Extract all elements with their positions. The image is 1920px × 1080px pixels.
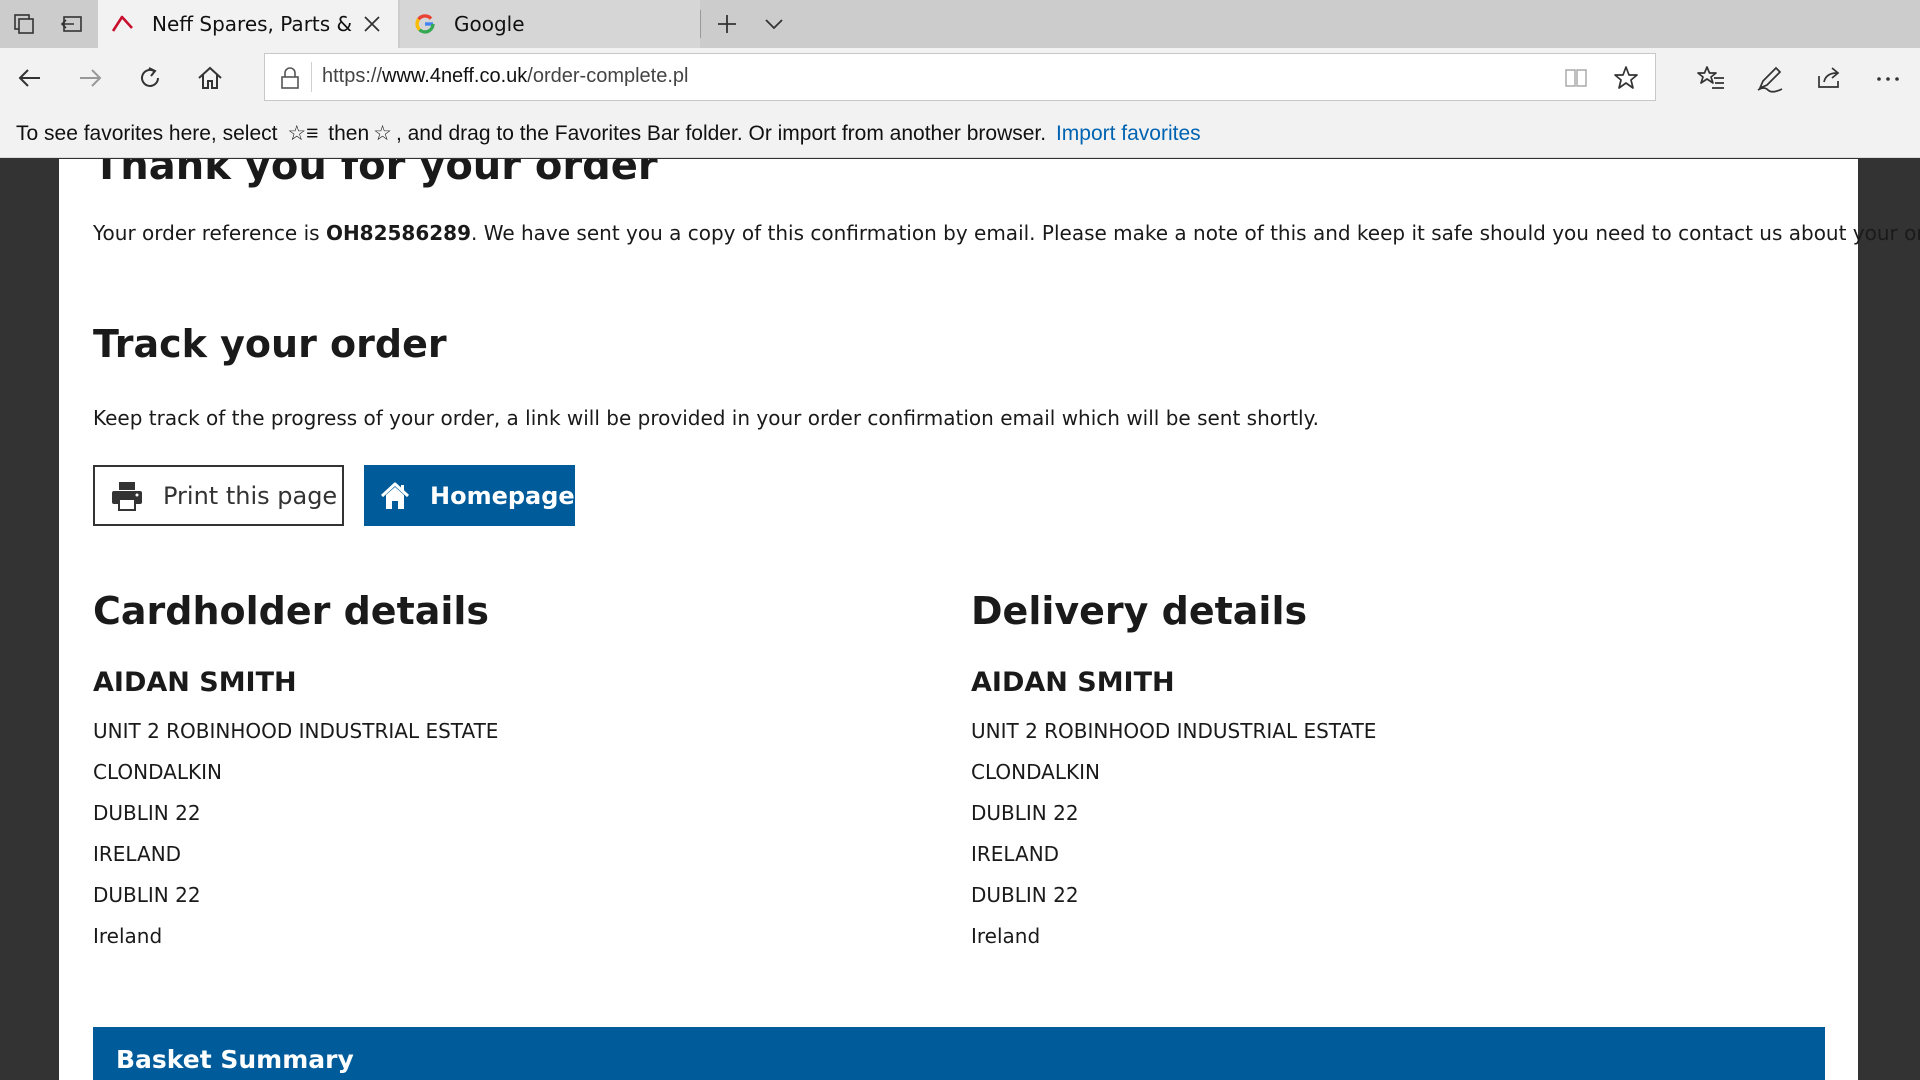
address-line: IRELAND (971, 842, 1060, 866)
basket-summary-title: Basket Summary (116, 1045, 354, 1074)
url-host: www.4neff.co.uk (382, 65, 528, 87)
share-icon[interactable] (1813, 62, 1845, 94)
favorites-list-icon: ☆≡ (287, 122, 319, 145)
printer-icon (112, 481, 142, 511)
intro-prefix: Your order reference is (93, 221, 326, 245)
chevron-down-icon[interactable] (762, 12, 786, 36)
star-icon: ☆ (373, 122, 392, 145)
address-line: CLONDALKIN (93, 760, 222, 784)
home-icon (380, 482, 410, 509)
address-divider (311, 62, 312, 92)
homepage-button-label: Homepage (430, 481, 575, 510)
tab-title: Google (454, 12, 525, 36)
address-line: DUBLIN 22 (971, 883, 1079, 907)
new-tab-icon[interactable] (715, 12, 739, 36)
add-favorite-star-icon[interactable] (1612, 64, 1640, 92)
url-path: /order-complete.pl (527, 65, 689, 87)
home-icon[interactable] (194, 62, 226, 94)
track-order-text: Keep track of the progress of your order… (93, 406, 1319, 430)
forward-icon[interactable] (74, 62, 106, 94)
order-reference-text: Your order reference is OH82586289. We h… (93, 221, 1920, 245)
address-line: DUBLIN 22 (93, 801, 201, 825)
address-line: UNIT 2 ROBINHOOD INDUSTRIAL ESTATE (93, 719, 499, 743)
tab-google[interactable]: Google (400, 0, 700, 48)
page-title: Thank you for your order (93, 159, 658, 189)
order-complete-page: Thank you for your order Your order refe… (59, 159, 1920, 1080)
basket-summary-header: Basket Summary (93, 1027, 1825, 1080)
tab-title: Neff Spares, Parts & Acc (152, 12, 356, 36)
import-favorites-link[interactable]: Import favorites (1056, 122, 1201, 145)
print-page-button[interactable]: Print this page (93, 465, 344, 526)
address-line: CLONDALKIN (971, 760, 1100, 784)
cardholder-heading: Cardholder details (93, 589, 490, 633)
order-reference: OH82586289 (325, 221, 472, 245)
address-line: DUBLIN 22 (93, 883, 201, 907)
set-tabs-aside-icon[interactable] (60, 12, 84, 36)
favorites-hub-icon[interactable] (1695, 62, 1727, 94)
address-line: UNIT 2 ROBINHOOD INDUSTRIAL ESTATE (971, 719, 1377, 743)
favorites-msg-part: then (328, 122, 370, 145)
delivery-heading: Delivery details (971, 589, 1308, 633)
google-favicon-icon (415, 14, 435, 34)
refresh-icon[interactable] (134, 62, 166, 94)
neff-favicon-icon (111, 15, 133, 32)
address-line: Ireland (971, 924, 1041, 948)
address-line: IRELAND (93, 842, 182, 866)
address-line: Ireland (93, 924, 163, 948)
back-icon[interactable] (14, 62, 46, 94)
url-text[interactable]: https://www.4neff.co.uk/order-complete.p… (322, 65, 688, 88)
print-button-label: Print this page (163, 481, 338, 510)
tab-neff[interactable]: Neff Spares, Parts & Acc (98, 0, 398, 48)
reading-view-icon[interactable] (1562, 64, 1590, 92)
close-tab-icon[interactable] (360, 12, 384, 36)
address-bar[interactable]: https://www.4neff.co.uk/order-complete.p… (264, 53, 1656, 101)
lock-icon[interactable] (279, 66, 301, 90)
favorites-msg-part: , and drag to the Favorites Bar folder. … (395, 122, 1047, 145)
address-line: DUBLIN 22 (971, 801, 1079, 825)
tab-preview-icon[interactable] (12, 12, 36, 36)
track-order-heading: Track your order (93, 322, 447, 366)
cardholder-name: AIDAN SMITH (93, 667, 297, 698)
delivery-name: AIDAN SMITH (971, 667, 1175, 698)
favorites-msg-part: To see favorites here, select (16, 122, 278, 145)
intro-suffix: . We have sent you a copy of this confir… (471, 221, 1920, 245)
favorites-bar-message: To see favorites here, select ☆≡ then ☆, … (14, 121, 1203, 146)
more-menu-icon[interactable] (1872, 62, 1904, 94)
web-note-pen-icon[interactable] (1754, 62, 1786, 94)
homepage-button[interactable]: Homepage (364, 465, 575, 526)
tab-divider (700, 10, 701, 38)
url-scheme: https:// (322, 65, 383, 87)
favorites-bar: To see favorites here, select ☆≡ then ☆, … (0, 108, 1920, 158)
tab-bar: Neff Spares, Parts & Acc Google (0, 0, 1920, 48)
page-viewport: Thank you for your order Your order refe… (0, 159, 1920, 1080)
